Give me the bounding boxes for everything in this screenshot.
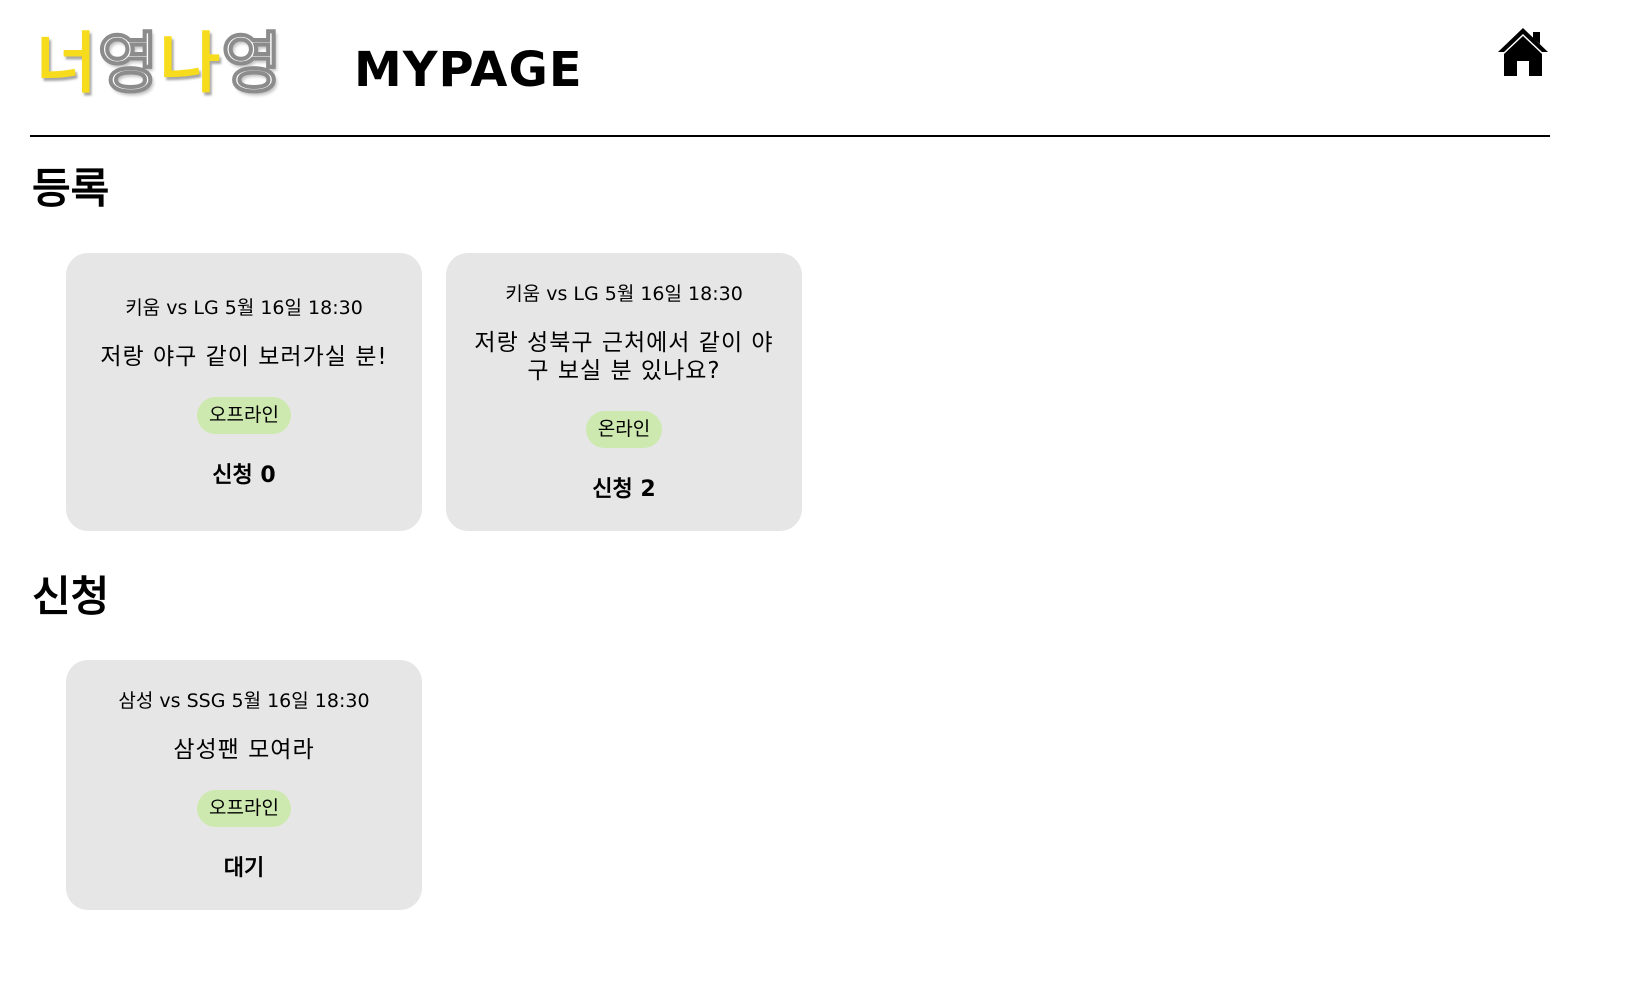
meeting-type-badge: 오프라인: [197, 396, 291, 434]
post-title: 저랑 야구 같이 보러가실 분!: [100, 343, 388, 370]
header-divider: [30, 135, 1550, 137]
match-info: 삼성 vs SSG 5월 16일 18:30: [118, 689, 370, 712]
logo[interactable]: 너 영 나 영: [36, 14, 283, 104]
logo-char: 나: [159, 25, 222, 102]
post-title: 저랑 성북구 근처에서 같이 야구 보실 분 있나요?: [474, 329, 774, 384]
home-button[interactable]: [1496, 26, 1550, 78]
meeting-type-badge: 온라인: [585, 410, 663, 448]
application-count: 신청 0: [212, 462, 276, 488]
meeting-type-badge: 오프라인: [197, 789, 291, 827]
applied-post-card[interactable]: 삼성 vs SSG 5월 16일 18:30 삼성팬 모여라 오프라인 대기: [66, 660, 422, 910]
section-title-applied: 신청: [32, 572, 110, 621]
home-icon: [1498, 28, 1548, 76]
page-title: MYPAGE: [354, 42, 583, 98]
match-info: 키움 vs LG 5월 16일 18:30: [505, 282, 743, 305]
logo-char: 영: [97, 24, 160, 103]
header: 너 영 나 영 MYPAGE: [30, 0, 1550, 136]
registered-post-card[interactable]: 키움 vs LG 5월 16일 18:30 저랑 성북구 근처에서 같이 야구 …: [446, 253, 802, 531]
section-title-registered: 등록: [32, 164, 110, 213]
registered-post-card[interactable]: 키움 vs LG 5월 16일 18:30 저랑 야구 같이 보러가실 분! 오…: [66, 253, 422, 531]
application-status: 대기: [223, 855, 265, 881]
application-count: 신청 2: [592, 476, 656, 502]
logo-char: 영: [220, 24, 283, 103]
match-info: 키움 vs LG 5월 16일 18:30: [125, 296, 363, 319]
post-title: 삼성팬 모여라: [173, 736, 315, 763]
logo-char: 너: [36, 25, 98, 102]
